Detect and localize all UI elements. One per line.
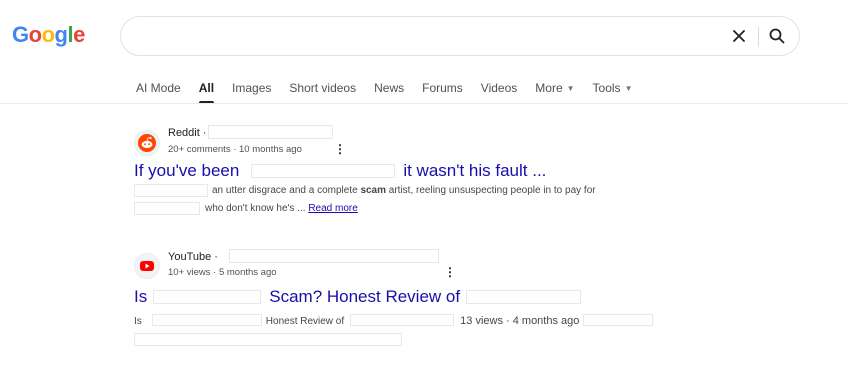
result-snippet-line: Is Honest Review of 13 views · 4 months ag… — [134, 314, 654, 327]
tab-videos[interactable]: Videos — [481, 80, 517, 96]
chevron-down-icon: ▼ — [566, 83, 575, 93]
search-tabs: AI Mode All Images Short videos News For… — [136, 80, 650, 104]
searchbox-divider — [758, 27, 759, 47]
redacted-text — [151, 314, 262, 326]
logo-letter: o — [28, 22, 42, 47]
redacted-text — [134, 333, 402, 346]
redacted-text — [134, 202, 200, 215]
more-options-icon[interactable]: ⋮ — [444, 266, 456, 278]
tab-forums[interactable]: Forums — [422, 80, 463, 96]
google-logo[interactable]: Google — [12, 22, 85, 48]
tab-ai-mode[interactable]: AI Mode — [136, 80, 181, 96]
tab-label: AI Mode — [136, 81, 181, 95]
result-snippet-line: who don't know he's ... Read more — [205, 203, 358, 214]
title-part: it wasn't his fault ... — [403, 161, 547, 180]
logo-letter: G — [12, 22, 29, 47]
snippet-text: Is — [134, 316, 142, 327]
tab-short-videos[interactable]: Short videos — [289, 80, 356, 96]
logo-letter: o — [41, 22, 55, 47]
search-icon[interactable] — [767, 26, 787, 46]
tab-label: Tools — [592, 81, 621, 95]
search-result-reddit: Reddit · 20+ comments · 10 months ago ⋮ … — [134, 124, 694, 220]
source-separator: · — [211, 251, 218, 263]
logo-letter: g — [54, 22, 68, 47]
youtube-icon[interactable] — [134, 253, 160, 279]
search-input[interactable] — [120, 16, 800, 56]
source-separator: · — [199, 127, 207, 139]
tab-label: More — [535, 81, 563, 95]
tab-label: Images — [232, 81, 272, 95]
snippet-text: who don't know he's ... — [205, 203, 309, 214]
search-result-youtube: YouTube · 10+ views · 5 months ago ⋮ Is S… — [134, 249, 694, 349]
result-source-name[interactable]: YouTube · — [168, 251, 218, 263]
redacted-text — [583, 314, 654, 326]
redacted-text — [134, 184, 208, 197]
source-name: YouTube — [168, 251, 212, 263]
tab-tools[interactable]: Tools ▼ — [593, 80, 633, 96]
tab-label: Forums — [422, 81, 463, 95]
more-options-icon[interactable]: ⋮ — [334, 143, 346, 155]
tab-images[interactable]: Images — [232, 80, 271, 96]
redacted-text — [153, 290, 262, 304]
tab-label: News — [374, 81, 405, 95]
redacted-url — [229, 249, 439, 263]
tab-more[interactable]: More ▼ — [535, 80, 574, 96]
tab-label: Short videos — [289, 81, 357, 95]
tabs-divider — [0, 103, 848, 104]
result-source-name[interactable]: Reddit · — [168, 127, 207, 139]
title-part: Scam? Honest Review of — [269, 287, 461, 306]
result-snippet-line: an utter disgrace and a complete scam ar… — [212, 185, 596, 196]
source-name: Reddit — [168, 127, 200, 139]
tab-news[interactable]: News — [374, 80, 404, 96]
redacted-text — [466, 290, 582, 304]
title-part: Is — [134, 287, 148, 306]
result-meta: 20+ comments · 10 months ago — [168, 144, 302, 155]
redacted-url — [208, 125, 333, 139]
close-icon[interactable] — [729, 26, 749, 46]
result-meta: 10+ views · 5 months ago — [168, 267, 277, 278]
redacted-text — [350, 314, 455, 326]
tab-label: Videos — [480, 81, 518, 95]
snippet-text: an utter disgrace and a complete — [212, 185, 361, 196]
snippet-text: 13 views · 4 months ago — [460, 315, 580, 327]
snippet-text: artist, reeling unsuspecting people in t… — [386, 185, 596, 196]
tab-all[interactable]: All — [198, 80, 215, 104]
reddit-icon[interactable] — [134, 130, 160, 156]
logo-letter: e — [73, 22, 85, 47]
result-title[interactable]: Is Scam? Honest Review of — [134, 287, 582, 307]
snippet-text: Honest Review of — [265, 316, 345, 327]
redacted-text — [251, 164, 396, 178]
tab-label: All — [198, 81, 215, 95]
read-more-link[interactable]: Read more — [308, 203, 357, 214]
title-part: If you've been — [134, 161, 240, 180]
snippet-keyword: scam — [360, 185, 387, 196]
chevron-down-icon: ▼ — [624, 83, 633, 93]
result-title[interactable]: If you've been it wasn't his fault ... — [134, 161, 546, 181]
